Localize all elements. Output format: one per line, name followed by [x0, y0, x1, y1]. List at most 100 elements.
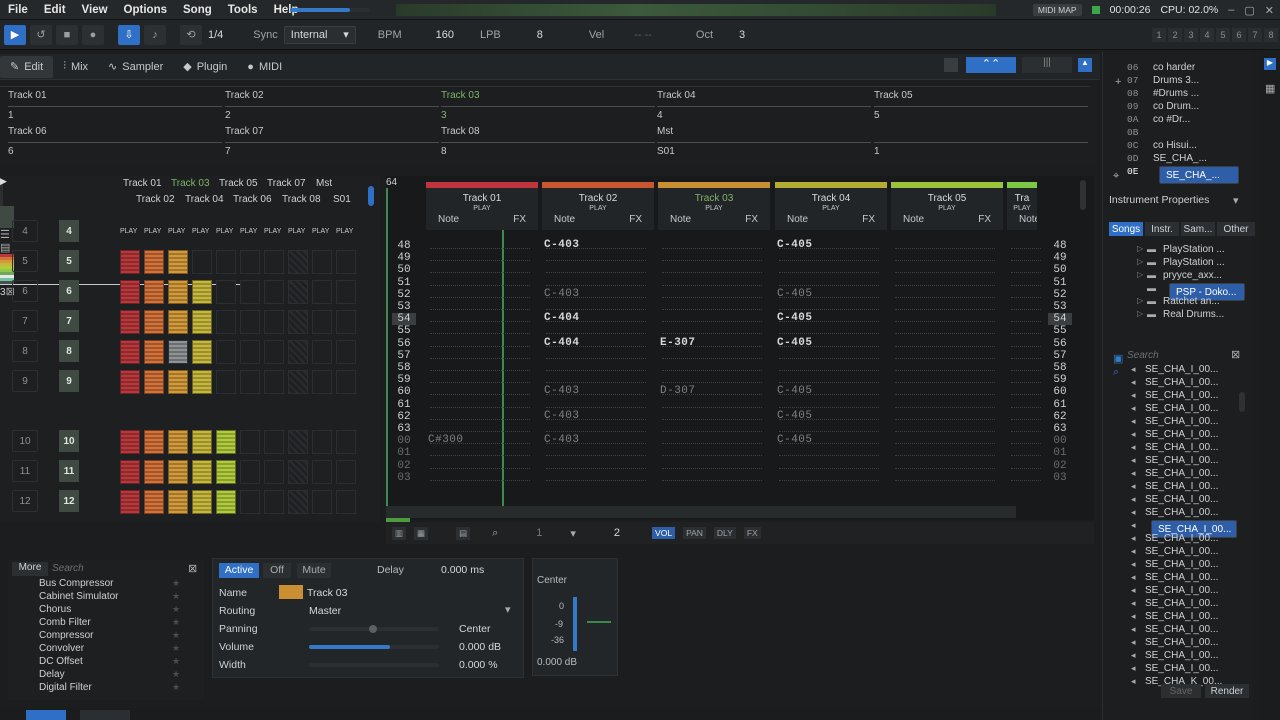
matrix-slot[interactable] — [192, 250, 212, 274]
matrix-slot[interactable] — [312, 490, 332, 514]
matrix-slot[interactable] — [240, 310, 260, 334]
bpm-value[interactable]: 160 — [436, 29, 454, 41]
matrix-slot[interactable] — [120, 370, 140, 394]
sample-file[interactable]: SE_CHA_I_00... — [1145, 546, 1218, 557]
add-icon[interactable]: + — [1115, 76, 1121, 88]
matrix-slot[interactable] — [264, 280, 284, 304]
octave-button-8[interactable]: 8 — [1264, 28, 1278, 42]
sample-file[interactable]: SE_CHA_I_00... — [1145, 416, 1218, 427]
matrix-slot[interactable] — [216, 490, 236, 514]
matrix-header-track-07[interactable]: Track 07 — [267, 178, 306, 189]
metronome-button[interactable]: ♪ — [144, 24, 166, 45]
lpb-value[interactable]: 8 — [537, 29, 543, 41]
tab-mix[interactable]: ⫶ Mix — [53, 56, 98, 78]
matrix-slot[interactable] — [192, 280, 212, 304]
pin-icon[interactable]: ⌖ — [1113, 170, 1119, 183]
track-name-value[interactable]: Track 03 — [307, 587, 347, 599]
track-header-1[interactable]: Track 01 PLAY Note FX — [426, 182, 538, 230]
chevron-down-icon[interactable]: ▾ — [505, 603, 511, 616]
matrix-slot[interactable] — [240, 490, 260, 514]
track-header-2[interactable]: Track 02 PLAY Note FX — [542, 182, 654, 230]
matrix-slot[interactable] — [312, 430, 332, 454]
browser-tab-2[interactable]: Sam... — [1181, 222, 1215, 236]
matrix-slot[interactable] — [288, 310, 308, 334]
scope-7[interactable]: Track 07 7 — [225, 126, 439, 160]
sequence-number-12[interactable]: 12 — [59, 490, 79, 512]
matrix-slot[interactable] — [240, 340, 260, 364]
width-slider[interactable] — [309, 663, 439, 667]
matrix-header-s01[interactable]: S01 — [333, 194, 351, 205]
off-button[interactable]: Off — [263, 563, 291, 578]
matrix-slot[interactable] — [312, 340, 332, 364]
matrix-slot[interactable] — [192, 430, 212, 454]
save-button[interactable]: Save — [1161, 684, 1201, 698]
browser-folder[interactable]: PlayStation ... — [1163, 257, 1239, 268]
sample-file[interactable]: SE_CHA_I_00... — [1145, 429, 1218, 440]
sequence-slot-9[interactable]: 9 — [12, 370, 38, 392]
matrix-slot[interactable] — [144, 370, 164, 394]
midi-map-button[interactable]: MIDI MAP — [1032, 4, 1082, 16]
sample-file[interactable]: SE_CHA_I_00... — [1145, 364, 1218, 375]
render-button[interactable]: Render — [1205, 684, 1249, 698]
dsp-item[interactable]: Comb Filter — [39, 617, 91, 628]
matrix-slot[interactable] — [168, 460, 188, 484]
octave-button-6[interactable]: 6 — [1232, 28, 1246, 42]
matrix-slot[interactable] — [120, 460, 140, 484]
star-icon[interactable]: ★ — [172, 682, 180, 693]
matrix-slot[interactable] — [216, 340, 236, 364]
toggle-fx[interactable]: FX — [743, 527, 761, 539]
star-icon[interactable]: ★ — [172, 643, 180, 654]
sequence-number-6[interactable]: 6 — [59, 280, 79, 302]
matrix-slot[interactable] — [168, 280, 188, 304]
matrix-slot[interactable] — [240, 250, 260, 274]
sequence-slot-4[interactable]: 4 — [12, 220, 38, 242]
matrix-slot[interactable] — [168, 490, 188, 514]
matrix-slot[interactable] — [312, 460, 332, 484]
chevron-right-icon[interactable]: ▷ — [1137, 309, 1143, 318]
chevron-right-icon[interactable]: ▷ — [1137, 257, 1143, 266]
oct-value[interactable]: 3 — [739, 29, 745, 41]
menu-view[interactable]: View — [74, 4, 116, 16]
dsp-search-input[interactable]: Search — [52, 563, 84, 574]
matrix-slot[interactable] — [144, 490, 164, 514]
matrix-slot[interactable] — [144, 430, 164, 454]
sequence-number-11[interactable]: 11 — [59, 460, 79, 482]
matrix-header-track-08[interactable]: Track 08 — [282, 194, 321, 205]
instrument-item[interactable]: co #Dr... — [1153, 114, 1233, 125]
matrix-slot[interactable] — [192, 490, 212, 514]
matrix-slot[interactable] — [192, 340, 212, 364]
sample-file[interactable]: SE_CHA_I_00... — [1145, 624, 1218, 635]
record-button[interactable]: ● — [82, 24, 104, 45]
note-cell[interactable]: C-405 — [777, 312, 813, 324]
dsp-item[interactable]: Delay — [39, 669, 65, 680]
note-cell[interactable]: E-307 — [660, 337, 696, 349]
matrix-slot[interactable] — [216, 430, 236, 454]
pattern-position[interactable]: 1/4 — [208, 29, 223, 41]
sample-file[interactable]: SE_CHA_I_00... — [1145, 442, 1218, 453]
matrix-header-track-03[interactable]: Track 03 — [171, 178, 210, 189]
toggle-dly[interactable]: DLY — [713, 527, 736, 539]
chevron-down-icon[interactable]: ▾ — [570, 527, 576, 540]
matrix-slot[interactable] — [336, 370, 356, 394]
instrument-item[interactable]: SE_CHA_... — [1153, 153, 1233, 164]
matrix-slot[interactable] — [120, 250, 140, 274]
matrix-slot[interactable] — [168, 250, 188, 274]
sequence-number-7[interactable]: 7 — [59, 310, 79, 332]
octave-button-7[interactable]: 7 — [1248, 28, 1262, 42]
sequence-slot-10[interactable]: 10 — [12, 430, 38, 452]
pattern-loop-icon[interactable]: ⟲ — [180, 24, 202, 45]
matrix-slot[interactable] — [216, 280, 236, 304]
instrument-item[interactable]: #Drums ... — [1153, 88, 1233, 99]
sample-file[interactable]: SE_CHA_I_00... — [1145, 637, 1218, 648]
matrix-slot[interactable] — [120, 490, 140, 514]
step-value[interactable]: 1 — [536, 527, 542, 539]
note-cell[interactable]: C-405 — [777, 337, 813, 349]
dsp-item[interactable]: Cabinet Simulator — [39, 591, 118, 602]
matrix-slot[interactable] — [264, 460, 284, 484]
instrument-item[interactable]: SE_CHA_... — [1159, 166, 1239, 184]
matrix-header-track-06[interactable]: Track 06 — [233, 194, 272, 205]
matrix-slot[interactable] — [336, 250, 356, 274]
tab-plugin[interactable]: ◆ Plugin — [173, 56, 237, 78]
matrix-slot[interactable] — [264, 340, 284, 364]
sample-file[interactable]: SE_CHA_I_00... — [1145, 572, 1218, 583]
